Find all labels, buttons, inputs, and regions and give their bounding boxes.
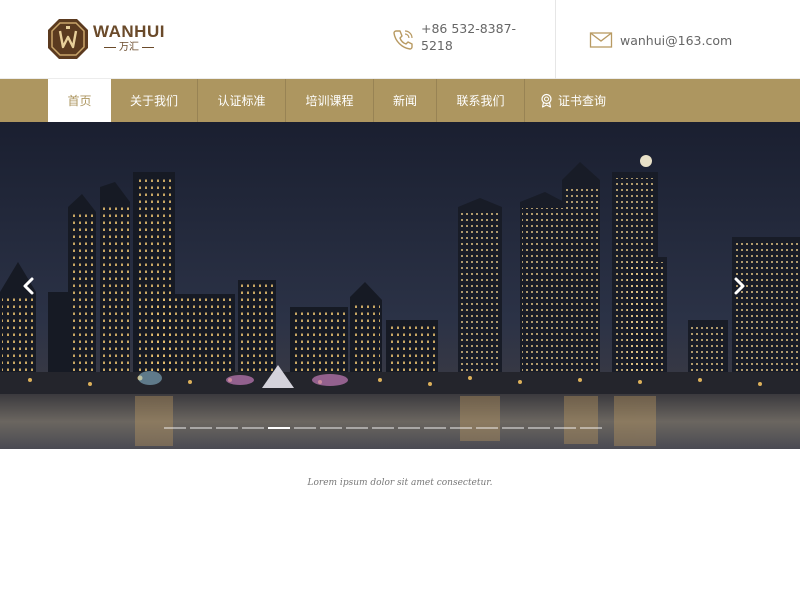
city-skyline-image <box>0 122 800 449</box>
envelope-icon <box>589 32 613 48</box>
nav-item-label: 首页 <box>67 94 92 108</box>
nav-item-courses[interactable]: 培训课程 <box>286 79 374 122</box>
slider-dot[interactable] <box>398 427 420 429</box>
phone-icon <box>393 30 413 50</box>
contact-email: wanhui@163.com <box>589 30 732 50</box>
nav-item-label: 证书查询 <box>557 94 606 108</box>
slider-dot[interactable] <box>554 427 576 429</box>
site-header: WANHUI 万汇 +86 532-8387-5218 wanhui@163.c… <box>0 0 800 79</box>
nav-item-label: 新闻 <box>392 94 417 108</box>
main-nav: 首页 关于我们 认证标准 培训课程 新闻 联系我们 证书查询 <box>0 79 800 122</box>
logo-badge-icon <box>48 19 88 59</box>
nav-item-about[interactable]: 关于我们 <box>111 79 198 122</box>
nav-item-label: 关于我们 <box>129 94 178 108</box>
certificate-icon <box>541 93 552 108</box>
logo-wordmark: WANHUI <box>93 22 165 41</box>
slider-dot[interactable] <box>190 427 212 429</box>
slider-dot[interactable] <box>528 427 550 429</box>
slider-dot[interactable] <box>502 427 524 429</box>
slider-dot[interactable] <box>268 427 290 429</box>
nav-item-standards[interactable]: 认证标准 <box>198 79 286 122</box>
slider-dot[interactable] <box>320 427 342 429</box>
slider-dot[interactable] <box>346 427 368 429</box>
header-divider <box>555 0 556 79</box>
slider-dot[interactable] <box>450 427 472 429</box>
nav-item-contact[interactable]: 联系我们 <box>437 79 525 122</box>
slider-dot[interactable] <box>424 427 446 429</box>
email-address[interactable]: wanhui@163.com <box>620 33 732 48</box>
nav-item-label: 培训课程 <box>305 94 354 108</box>
nav-item-label: 联系我们 <box>456 94 505 108</box>
contact-phone: +86 532-8387-5218 <box>392 20 532 60</box>
chevron-right-icon[interactable] <box>730 276 748 296</box>
slider-dot[interactable] <box>294 427 316 429</box>
logo[interactable]: WANHUI 万汇 <box>47 17 167 61</box>
slider-dot[interactable] <box>580 427 602 429</box>
slider-pagination <box>164 427 602 429</box>
slider-dot[interactable] <box>242 427 264 429</box>
nav-item-news[interactable]: 新闻 <box>374 79 437 122</box>
intro-caption: Lorem ipsum dolor sit amet consectetur. <box>307 478 493 488</box>
slider-dot[interactable] <box>216 427 238 429</box>
nav-item-label: 认证标准 <box>217 94 266 108</box>
chevron-left-icon[interactable] <box>20 276 38 296</box>
phone-number: +86 532-8387-5218 <box>421 21 517 53</box>
hero-banner[interactable] <box>0 122 800 449</box>
logo-chinese-name: 万汇 <box>101 41 157 55</box>
slider-dot[interactable] <box>372 427 394 429</box>
nav-item-certificate-lookup[interactable]: 证书查询 <box>525 79 620 122</box>
slider-dot[interactable] <box>164 427 186 429</box>
slider-dot[interactable] <box>476 427 498 429</box>
nav-item-home[interactable]: 首页 <box>48 79 111 122</box>
